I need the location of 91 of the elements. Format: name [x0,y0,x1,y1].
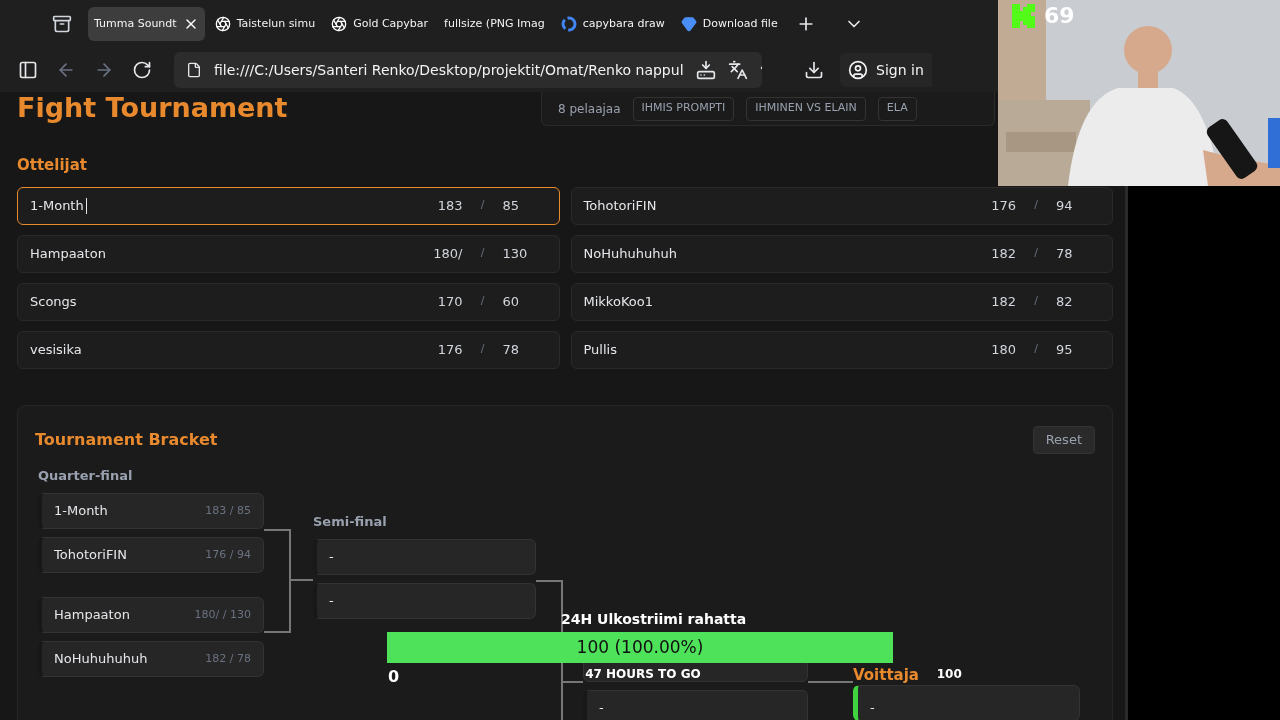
separator-text: / [479,341,486,358]
category-chip[interactable]: IHMIS PROMPTI [632,96,735,121]
separator-text: / [1033,245,1039,262]
separator-text: / [479,245,486,262]
goal-max: 100 [936,666,962,683]
goal-remaining: 47 HOURS TO GO [585,666,701,683]
separator-text: / [1033,293,1039,310]
player-count: 8 pelaajaa [558,100,621,118]
weight-value: 85 [502,196,521,215]
spiral-icon [214,16,231,32]
height-value: 180 [990,340,1016,359]
fighter-field[interactable]: Hampaaton 180/ / 130 [17,234,560,273]
weight-value: 94 [1056,196,1074,215]
tab-actions-icon[interactable] [52,14,72,34]
slot-stats: 183 / 85 [205,502,251,519]
height-value: 182 [990,244,1016,263]
fighter-name: MikkoKoo1 [583,292,653,311]
browser-tab[interactable]: fullsize (PNG Imag [438,7,551,41]
fighter-name: Scongs [30,292,77,311]
fighter-field[interactable]: Scongs 170 / 60 [17,282,560,321]
height-value: 182 [990,292,1016,311]
fighter-name: 1-Month [30,196,84,215]
section-heading: Tournament Bracket [35,428,218,451]
browser-tab[interactable]: Download file [674,7,784,41]
fighter-field[interactable]: vesisika 176 / 78 [17,330,560,369]
weight-value: 78 [1056,244,1074,263]
slot-name: 1-Month [54,502,108,521]
translate-icon[interactable] [727,60,748,80]
fighter-field[interactable]: NoHuhuhuhuh 182 / 78 [570,234,1113,273]
fighter-name: vesisika [30,340,82,359]
category-chip[interactable]: IHMINEN VS ELAIN [746,96,866,121]
height-value: 176 [990,196,1016,215]
goal-reading: 100 (100.00%) [576,635,704,659]
fighter-field[interactable]: Pullis 180 / 95 [570,330,1113,369]
spiral-icon [331,16,348,32]
height-value: 176 [436,340,463,359]
fighter-name: Hampaaton [30,244,106,263]
sign-in-button[interactable]: Sign in [840,53,932,87]
weight-value: 60 [502,292,521,311]
slot-name: - [599,698,604,717]
section-heading: Ottelijat [17,155,88,176]
separator-text: / [479,293,486,310]
fighter-field[interactable]: TohotoriFIN 176 / 94 [570,186,1113,225]
slot-name: - [870,698,875,717]
file-icon [186,62,202,78]
fighter-field[interactable]: 1-Month 183 / 85 [17,186,560,225]
browser-tab[interactable]: Gold Capybar [325,7,435,41]
category-chip[interactable]: ELA [877,96,917,121]
text-caret [85,197,87,214]
round-label: Quarter-final [38,466,134,485]
slot-name: Hampaaton [54,606,130,625]
slot-name: NoHuhuhuhuh [54,650,148,669]
browser-tab[interactable]: Taistelun simu [208,7,322,41]
weight-value: 78 [502,340,521,359]
logo-icon [1012,4,1036,28]
browser-tab[interactable]: Tumma Soundt [88,7,205,41]
winner-label: Voittaja [853,665,919,684]
weight-value: 82 [1056,292,1074,311]
separator-text: / [479,197,486,214]
slot-name: TohotoriFIN [54,546,127,565]
slot-name: - [329,592,334,611]
fighter-name: TohotoriFIN [583,196,657,215]
viewer-count: 69 [1044,5,1075,27]
install-icon[interactable] [695,60,716,80]
sidebar-icon[interactable] [18,60,38,80]
separator-text: / [1033,341,1039,358]
fighter-field[interactable]: MikkoKoo1 182 / 82 [570,282,1113,321]
slot-stats: 182 / 78 [205,650,251,667]
downloads-icon[interactable] [804,60,824,80]
url-text: file:///C:/Users/Santeri Renko/Desktop/projektit/Omat/Renko nappul [214,60,684,80]
page-title: Fight Tournament [17,94,288,121]
goal-min: 0 [388,666,400,688]
goal-title: 24H Ulkostriimi rahatta [561,612,748,629]
profile-icon [848,60,868,80]
browser-tab[interactable]: capybara draw [554,7,671,41]
height-value: 180/ [432,244,463,263]
weight-value: 130 [502,244,529,263]
slot-stats: 176 / 94 [205,546,251,563]
address-bar[interactable]: file:///C:/Users/Santeri Renko/Desktop/projektit/Omat/Renko nappul [174,52,762,88]
slot-name: - [329,548,334,567]
fighter-name: Pullis [583,340,617,359]
separator-text: / [1033,197,1039,214]
reset-button[interactable]: Reset [1032,425,1095,454]
weight-value: 95 [1056,340,1074,359]
height-value: 170 [436,292,463,311]
refresh-icon[interactable] [132,60,152,80]
round-label: Semi-final [313,512,388,531]
height-value: 183 [436,196,463,215]
diamond-icon [680,16,697,32]
fighter-name: NoHuhuhuhuh [583,244,677,263]
slot-stats: 180/ / 130 [194,606,251,623]
